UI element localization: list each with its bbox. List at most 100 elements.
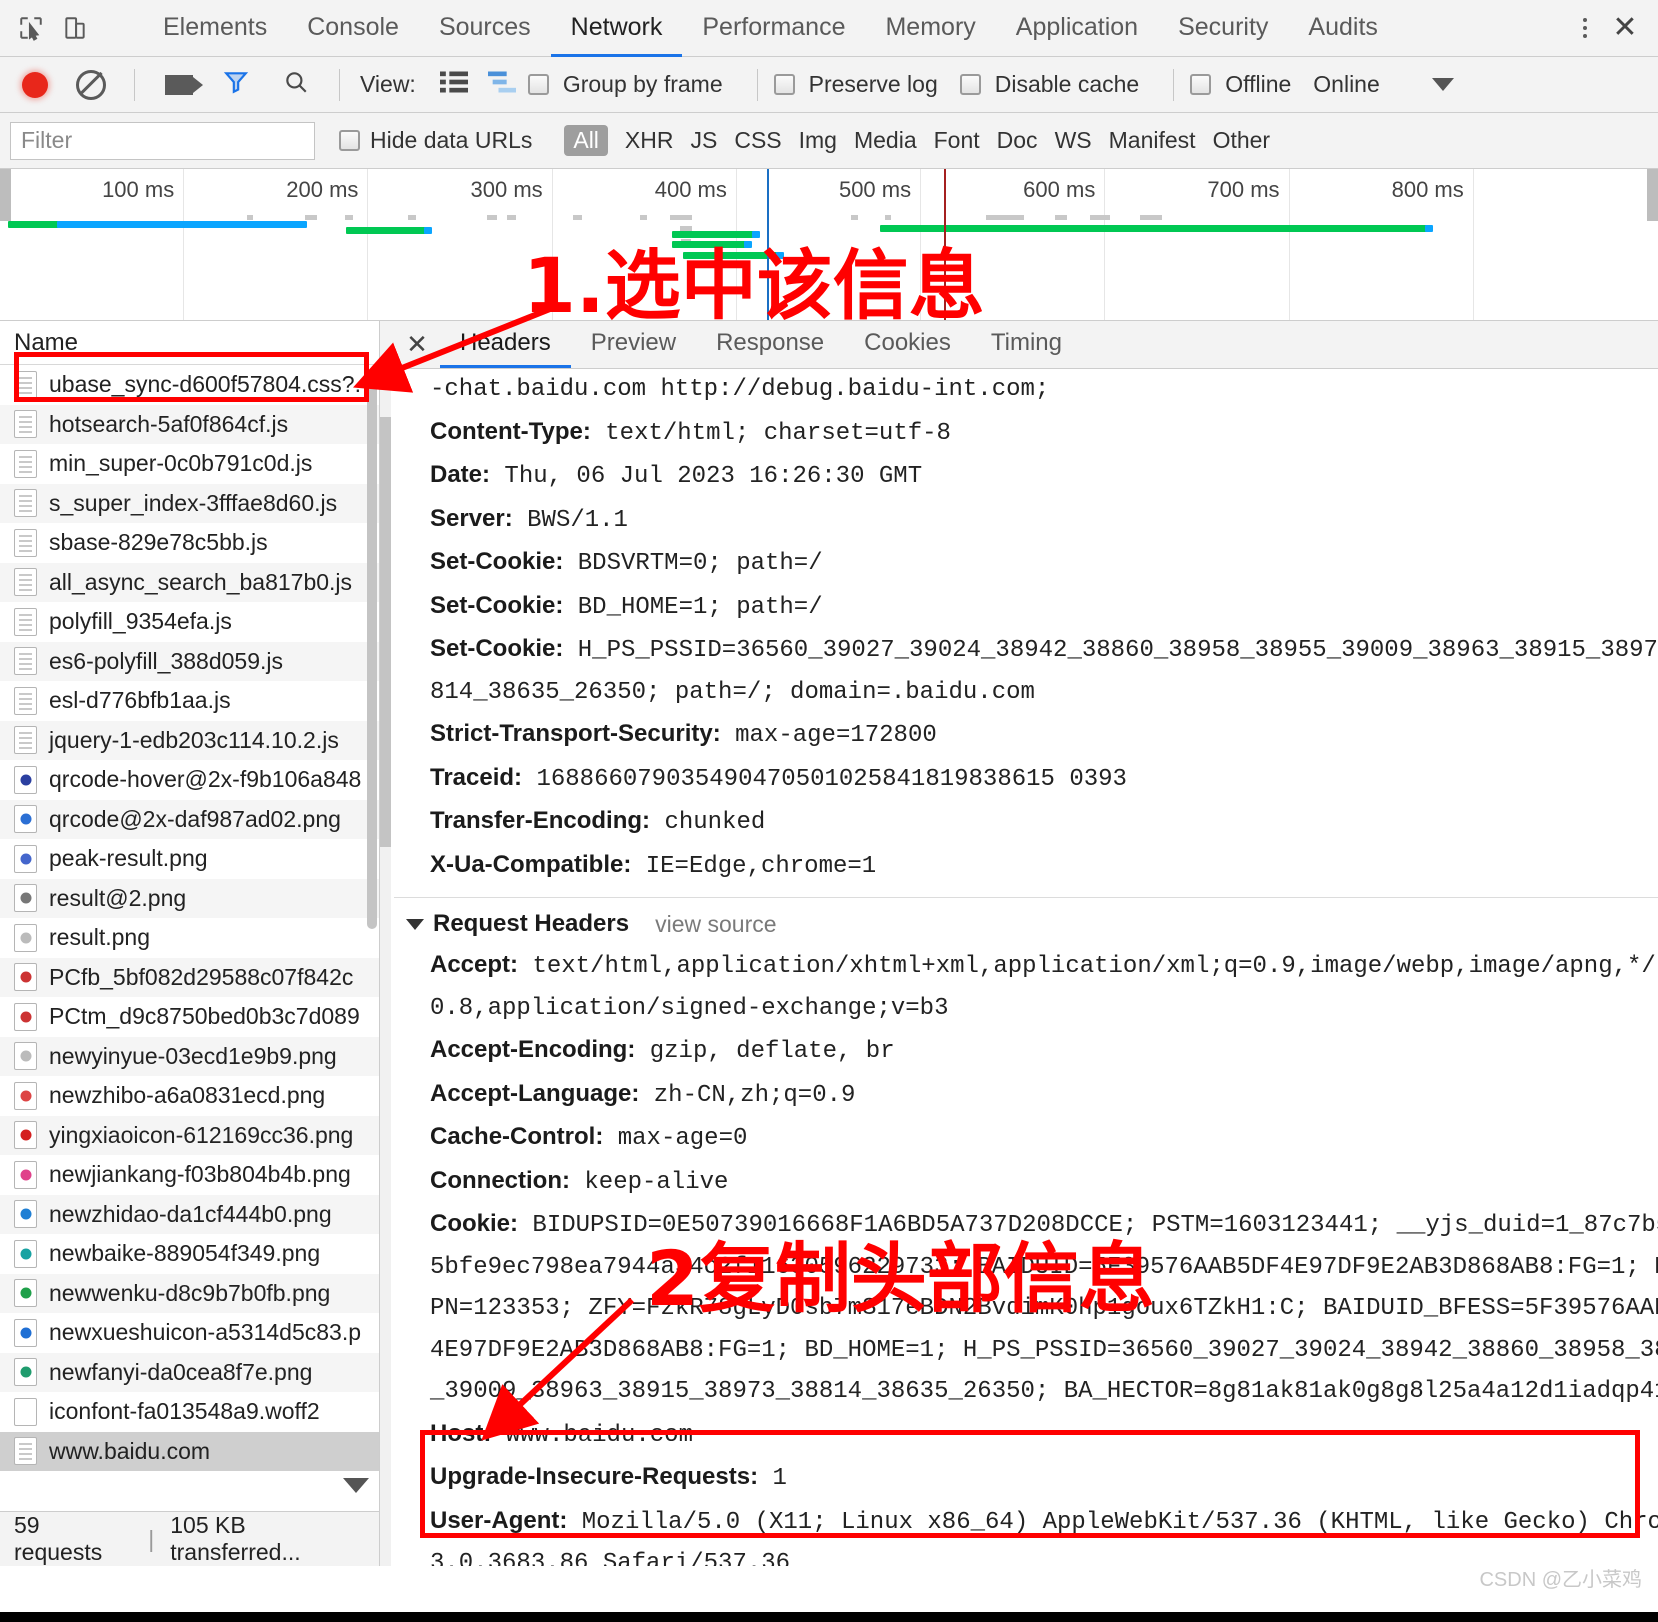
tab-network[interactable]: Network: [550, 1, 683, 57]
type-filter-all[interactable]: All: [564, 125, 608, 156]
device-toolbar-icon[interactable]: [58, 11, 92, 45]
request-row[interactable]: yingxiaoicon-612169cc36.png: [0, 1115, 379, 1155]
group-by-frame-checkbox[interactable]: [527, 74, 549, 95]
request-row[interactable]: jquery-1-edb203c114.10.2.js: [0, 720, 379, 760]
request-row[interactable]: sbase-829e78c5bb.js: [0, 523, 379, 563]
request-row[interactable]: s_super_index-3fffae8d60.js: [0, 483, 379, 523]
request-row[interactable]: newzhibo-a6a0831ecd.png: [0, 1076, 379, 1116]
record-button[interactable]: [22, 71, 48, 98]
request-row[interactable]: min_super-0c0b791c0d.js: [0, 444, 379, 484]
capture-screenshots-icon[interactable]: [165, 74, 203, 95]
details-tab-preview[interactable]: Preview: [571, 321, 696, 368]
script-file-icon: [14, 489, 37, 518]
request-row[interactable]: esl-d776bfb1aa.js: [0, 681, 379, 721]
more-options-icon[interactable]: [1570, 11, 1600, 45]
filter-icon[interactable]: [223, 68, 249, 102]
header-value: 4E97DF9E2AB3D868AB8:FG=1; BD_HOME=1; H_P…: [430, 1336, 1658, 1364]
request-row[interactable]: newfanyi-da0cea8f7e.png: [0, 1352, 379, 1392]
overview-right-handle[interactable]: [1647, 169, 1658, 221]
tab-audits[interactable]: Audits: [1288, 1, 1397, 57]
offline-checkbox[interactable]: [1190, 74, 1212, 95]
request-row[interactable]: newxueshuicon-a5314d5c83.p: [0, 1313, 379, 1353]
type-filter-other[interactable]: Other: [1213, 127, 1271, 154]
request-row[interactable]: result@2.png: [0, 878, 379, 918]
network-overview-timeline[interactable]: 100 ms 200 ms 300 ms 400 ms 500 ms 600 ms 700 …: [0, 169, 1658, 321]
request-row[interactable]: polyfill_9354efa.js: [0, 602, 379, 642]
request-headers-title[interactable]: Request Headers: [406, 910, 629, 938]
inspect-element-icon[interactable]: [14, 11, 48, 45]
image-file-icon: [14, 1358, 37, 1387]
search-icon[interactable]: [283, 69, 309, 101]
chevron-down-icon[interactable]: [406, 918, 424, 930]
preserve-log-label[interactable]: Preserve log: [809, 71, 938, 98]
throttling-value[interactable]: Online: [1313, 71, 1379, 98]
overview-bar: [672, 241, 747, 248]
tab-memory[interactable]: Memory: [865, 1, 995, 57]
header-value: BWS/1.1: [527, 506, 628, 534]
request-row[interactable]: www.baidu.com: [0, 1431, 379, 1471]
tab-sources[interactable]: Sources: [419, 1, 551, 57]
tab-performance[interactable]: Performance: [682, 1, 865, 57]
type-filter-img[interactable]: Img: [799, 127, 837, 154]
type-filter-doc[interactable]: Doc: [997, 127, 1038, 154]
request-list-header[interactable]: Name: [0, 321, 379, 365]
type-filter-media[interactable]: Media: [854, 127, 917, 154]
request-row[interactable]: PCfb_5bf082d29588c07f842c: [0, 957, 379, 997]
close-devtools-icon[interactable]: ✕: [1606, 13, 1644, 43]
type-filter-css[interactable]: CSS: [734, 127, 781, 154]
details-tab-response[interactable]: Response: [696, 321, 844, 368]
request-row[interactable]: newzhidao-da1cf444b0.png: [0, 1194, 379, 1234]
details-tab-headers[interactable]: Headers: [440, 321, 571, 368]
clear-button[interactable]: [76, 69, 106, 100]
preserve-log-checkbox[interactable]: [773, 74, 795, 95]
header-value: -chat.baidu.com http://debug.baidu-int.c…: [430, 376, 1050, 403]
type-filter-ws[interactable]: WS: [1055, 127, 1092, 154]
hide-data-urls-label[interactable]: Hide data URLs: [370, 127, 532, 154]
request-row[interactable]: iconfont-fa013548a9.woff2: [0, 1392, 379, 1432]
headers-body[interactable]: -chat.baidu.com http://debug.baidu-int.c…: [380, 369, 1658, 1566]
request-row[interactable]: newyinyue-03ecd1e9b9.png: [0, 1036, 379, 1076]
request-row-label: iconfont-fa013548a9.woff2: [49, 1398, 320, 1425]
header-value: gzip, deflate, br: [649, 1038, 895, 1065]
close-details-icon[interactable]: ✕: [394, 321, 440, 368]
request-row[interactable]: qrcode-hover@2x-f9b106a848: [0, 760, 379, 800]
tab-console[interactable]: Console: [287, 1, 419, 57]
filter-input[interactable]: [10, 121, 315, 160]
request-row[interactable]: newwenku-d8c9b7b0fb.png: [0, 1273, 379, 1313]
tab-elements[interactable]: Elements: [143, 1, 287, 57]
request-list[interactable]: ubase_sync-d600f57804.css?. hotsearch-5af…: [0, 365, 379, 1511]
group-by-frame-label[interactable]: Group by frame: [563, 71, 723, 98]
details-tab-timing[interactable]: Timing: [971, 321, 1082, 368]
chevron-down-icon[interactable]: [1431, 78, 1454, 91]
details-tab-cookies[interactable]: Cookies: [844, 321, 971, 368]
disable-cache-label[interactable]: Disable cache: [995, 71, 1139, 98]
disable-cache-checkbox[interactable]: [959, 74, 981, 95]
tab-application[interactable]: Application: [996, 1, 1158, 57]
request-row[interactable]: es6-polyfill_388d059.js: [0, 641, 379, 681]
scroll-down-icon[interactable]: [343, 1478, 369, 1493]
request-row[interactable]: peak-result.png: [0, 839, 379, 879]
type-filter-font[interactable]: Font: [934, 127, 980, 154]
headers-scrollbar-thumb[interactable]: [380, 417, 391, 847]
request-row[interactable]: ubase_sync-d600f57804.css?.: [0, 365, 379, 405]
request-list-scrollbar[interactable]: [367, 369, 377, 929]
request-row[interactable]: all_async_search_ba817b0.js: [0, 562, 379, 602]
request-row[interactable]: result.png: [0, 918, 379, 958]
request-row[interactable]: PCtm_d9c8750bed0b3c7d089: [0, 997, 379, 1037]
overview-tick: [640, 215, 647, 220]
overview-left-handle[interactable]: [0, 169, 11, 221]
hide-data-urls-checkbox[interactable]: [339, 130, 360, 151]
request-row[interactable]: qrcode@2x-daf987ad02.png: [0, 799, 379, 839]
request-row[interactable]: newjiankang-f03b804b4b.png: [0, 1155, 379, 1195]
type-filter-manifest[interactable]: Manifest: [1109, 127, 1196, 154]
waterfall-view-icon[interactable]: [487, 70, 516, 100]
type-filter-xhr[interactable]: XHR: [625, 127, 674, 154]
request-list-footer: 59 requests | 105 KB transferred...: [0, 1511, 379, 1566]
request-row[interactable]: hotsearch-5af0f864cf.js: [0, 404, 379, 444]
request-row[interactable]: newbaike-889054f349.png: [0, 1234, 379, 1274]
view-source-link[interactable]: view source: [655, 911, 776, 938]
tab-security[interactable]: Security: [1158, 1, 1288, 57]
list-view-icon[interactable]: [439, 70, 468, 100]
offline-label[interactable]: Offline: [1225, 71, 1291, 98]
type-filter-js[interactable]: JS: [690, 127, 717, 154]
